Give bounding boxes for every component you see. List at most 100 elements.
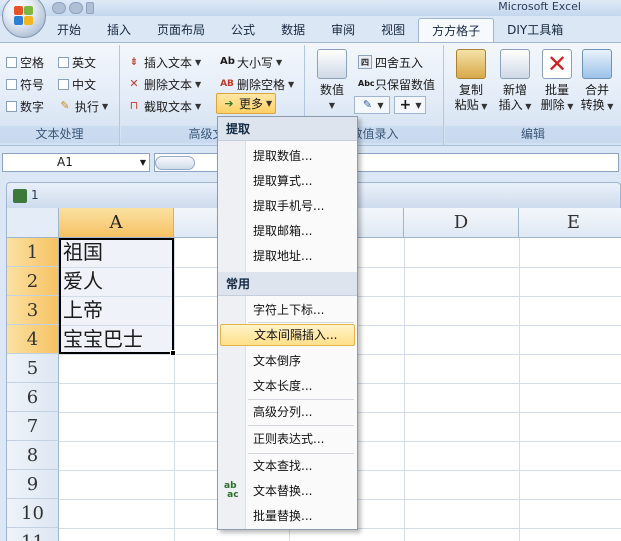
row-header-2[interactable]: 2 bbox=[7, 267, 59, 296]
save-icon[interactable] bbox=[52, 2, 66, 14]
tab-insert[interactable]: 插入 bbox=[94, 18, 144, 42]
round-button[interactable]: 四四舍五入 bbox=[358, 53, 423, 71]
merge-convert-button[interactable]: 合并 转换 ▼ bbox=[575, 49, 619, 114]
column-header-e[interactable]: E bbox=[519, 208, 621, 238]
group-label: 编辑 bbox=[445, 126, 621, 143]
tab-review[interactable]: 审阅 bbox=[318, 18, 368, 42]
english-checkbox[interactable]: 英文 bbox=[58, 53, 96, 71]
edit-menu-button[interactable]: ✎ ▼ bbox=[354, 96, 390, 114]
menu-item-text-find[interactable]: 文本查找... bbox=[246, 455, 356, 477]
digit-checkbox[interactable]: 数字 bbox=[6, 97, 44, 115]
dropdown-arrow-icon: ▼ bbox=[328, 101, 336, 110]
grid-line bbox=[174, 238, 175, 541]
case-icon: Ab bbox=[220, 56, 235, 67]
menu-item-extract-phone[interactable]: 提取手机号... bbox=[246, 195, 356, 217]
menu-item-extract-formula[interactable]: 提取算式... bbox=[246, 170, 356, 192]
tab-fangfang[interactable]: 方方格子 bbox=[418, 18, 495, 42]
chinese-label: 中文 bbox=[72, 77, 97, 92]
dropdown-arrow-icon: ▼ bbox=[266, 99, 273, 108]
extract-text-icon: ⊓ bbox=[129, 99, 139, 112]
checkbox-icon bbox=[6, 100, 17, 112]
add-menu-button[interactable]: + ▼ bbox=[394, 96, 426, 114]
row-header-1[interactable]: 1 bbox=[7, 238, 59, 267]
arrow-right-icon: ➔ bbox=[224, 96, 234, 110]
insert-text-button[interactable]: ⇟ 插入文本 ▼ bbox=[127, 53, 201, 71]
row-header-3[interactable]: 3 bbox=[7, 296, 59, 325]
menu-item-superscript[interactable]: 字符上下标... bbox=[246, 299, 356, 321]
menu-item-extract-email[interactable]: 提取邮箱... bbox=[246, 220, 356, 242]
column-header-a[interactable]: A bbox=[59, 208, 174, 238]
cell-a3[interactable]: 上帝 bbox=[59, 296, 103, 325]
fill-handle[interactable] bbox=[170, 350, 176, 356]
dropdown-arrow-icon: ▼ bbox=[415, 100, 422, 110]
extract-text-label: 截取文本 bbox=[144, 99, 193, 114]
tab-page-layout[interactable]: 页面布局 bbox=[144, 18, 218, 42]
case-button[interactable]: Ab 大小写 ▼ bbox=[220, 53, 282, 71]
insert-text-label: 插入文本 bbox=[144, 55, 193, 70]
delete-text-button[interactable]: ✕ 删除文本 ▼ bbox=[127, 75, 201, 93]
cell-a2[interactable]: 爱人 bbox=[59, 267, 103, 296]
menu-item-text-replace[interactable]: 文本替换... bbox=[246, 480, 356, 502]
dropdown-arrow-icon: ▼ bbox=[478, 102, 488, 111]
dropdown-arrow-icon: ▼ bbox=[288, 79, 295, 89]
menu-item-batch-replace[interactable]: 批量替换... bbox=[246, 505, 356, 527]
office-button[interactable] bbox=[2, 0, 46, 38]
formula-bar-resize-handle[interactable] bbox=[155, 156, 195, 170]
replace-icon: ab ac bbox=[224, 481, 239, 500]
row-header-9[interactable]: 9 bbox=[7, 470, 59, 499]
tab-formulas[interactable]: 公式 bbox=[218, 18, 268, 42]
row-header-7[interactable]: 7 bbox=[7, 412, 59, 441]
menu-item-advanced-split[interactable]: 高级分列... bbox=[246, 401, 356, 423]
insert-new-button[interactable]: 新增 插入 ▼ bbox=[493, 49, 537, 114]
column-header-d[interactable]: D bbox=[404, 208, 519, 238]
space-checkbox[interactable]: 空格 bbox=[6, 53, 44, 71]
menu-section-common: 常用 bbox=[218, 272, 357, 296]
cell-a1[interactable]: 祖国 bbox=[59, 238, 103, 267]
row-header-8[interactable]: 8 bbox=[7, 441, 59, 470]
tab-home[interactable]: 开始 bbox=[44, 18, 94, 42]
more-button[interactable]: ➔ 更多 ▼ bbox=[216, 93, 276, 114]
row-header-11[interactable]: 11 bbox=[7, 528, 59, 541]
delete-space-button[interactable]: AB 删除空格 ▼ bbox=[220, 75, 294, 93]
cell-a4[interactable]: 宝宝巴士 bbox=[59, 325, 143, 354]
menu-item-interval-insert[interactable]: 文本间隔插入... bbox=[220, 324, 355, 346]
more-label: 更多 bbox=[239, 97, 264, 111]
select-all-corner[interactable] bbox=[7, 208, 59, 238]
undo-icon[interactable] bbox=[69, 2, 83, 14]
row-header-10[interactable]: 10 bbox=[7, 499, 59, 528]
tab-diy-toolbox[interactable]: DIY工具箱 bbox=[494, 18, 576, 42]
copy-paste-button[interactable]: 复制 粘贴 ▼ bbox=[449, 49, 493, 114]
dropdown-arrow-icon: ▼ bbox=[195, 57, 202, 67]
batch-delete-button[interactable]: ✕ 批量 删除 ▼ bbox=[535, 49, 579, 114]
customize-qat-icon[interactable] bbox=[86, 2, 94, 14]
name-box[interactable]: A1 ▼ bbox=[2, 153, 150, 172]
dropdown-arrow-icon: ▼ bbox=[195, 101, 202, 111]
row-header-6[interactable]: 6 bbox=[7, 383, 59, 412]
chinese-checkbox[interactable]: 中文 bbox=[58, 75, 96, 93]
menu-section-extract: 提取 bbox=[218, 117, 357, 141]
menu-item-regex[interactable]: 正则表达式... bbox=[246, 428, 356, 450]
symbol-checkbox[interactable]: 符号 bbox=[6, 75, 44, 93]
menu-item-extract-numbers[interactable]: 提取数值... bbox=[246, 145, 356, 167]
case-label: 大小写 bbox=[237, 55, 274, 70]
tab-data[interactable]: 数据 bbox=[268, 18, 318, 42]
menu-item-text-length[interactable]: 文本长度... bbox=[246, 375, 356, 397]
menu-item-reverse-text[interactable]: 文本倒序 bbox=[246, 350, 356, 372]
row-header-4[interactable]: 4 bbox=[7, 325, 59, 354]
keep-numbers-button[interactable]: Abc 只保留数值 bbox=[358, 75, 435, 93]
numeric-button[interactable]: 数值 ▼ bbox=[310, 49, 354, 113]
group-label: 文本处理 bbox=[0, 126, 119, 143]
plus-icon: + bbox=[399, 97, 412, 113]
batch-label: 批量 bbox=[544, 83, 569, 97]
extract-text-button[interactable]: ⊓ 截取文本 ▼ bbox=[127, 97, 201, 115]
menu-item-extract-address[interactable]: 提取地址... bbox=[246, 245, 356, 267]
tab-view[interactable]: 视图 bbox=[368, 18, 418, 42]
quick-access-toolbar bbox=[52, 0, 94, 16]
checkbox-icon bbox=[58, 78, 69, 90]
symbol-label: 符号 bbox=[20, 77, 45, 92]
dropdown-arrow-icon[interactable]: ▼ bbox=[140, 154, 146, 171]
grid-line bbox=[519, 238, 520, 541]
row-header-5[interactable]: 5 bbox=[7, 354, 59, 383]
execute-button[interactable]: ✎ 执行 ▼ bbox=[58, 97, 108, 115]
digit-label: 数字 bbox=[20, 99, 45, 114]
